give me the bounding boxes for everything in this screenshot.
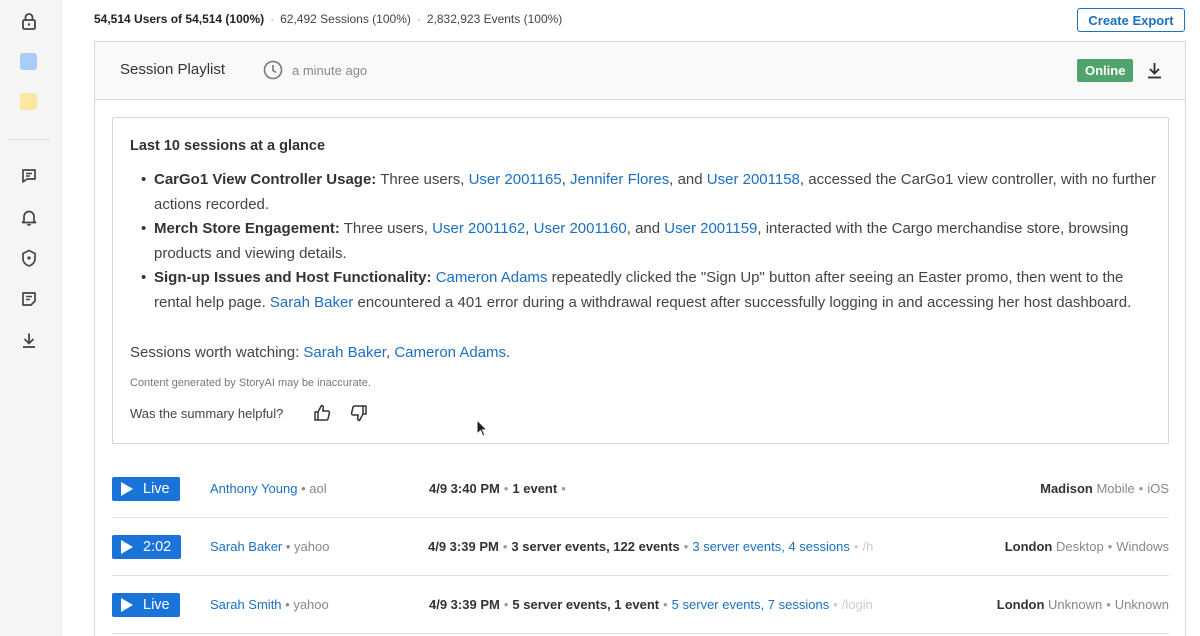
thumbs-down-icon[interactable] [350,404,368,427]
user-link[interactable]: Sarah Baker [303,344,386,361]
session-row[interactable]: Live Sarah Smith • yahoo 4/9 3:39 PM • 5 s… [112,576,1169,634]
user-link[interactable]: User 2001158 [707,171,800,188]
session-location: London Unknown • Unknown [996,597,1169,612]
user-link[interactable]: Jennifer Flores [570,171,669,188]
play-icon [121,482,133,496]
bullet-heading: Merch Store Engagement: [154,220,340,237]
ai-summary-card: Last 10 sessions at a glance CarGo1 View… [112,117,1169,444]
project-yellow-square[interactable] [20,93,37,110]
summary-bullet: Sign-up Issues and Host Functionality: C… [137,266,1157,315]
lock-icon[interactable] [20,12,38,30]
chat-icon[interactable] [20,167,38,185]
server-events-link[interactable]: 3 server events, 4 sessions [692,539,850,554]
user-link[interactable]: User 2001165 [469,171,562,188]
ai-disclaimer: Content generated by StoryAI may be inac… [130,377,371,389]
download-icon[interactable] [20,331,38,349]
session-playlist-panel: Session Playlist a minute ago Online Las… [94,41,1186,636]
play-button[interactable]: Live [112,477,180,501]
mouse-cursor [476,418,489,442]
bullet-heading: CarGo1 View Controller Usage: [154,171,377,188]
project-blue-square[interactable] [20,53,37,70]
session-location: Madison Mobile • iOS [1040,481,1169,496]
bell-icon[interactable] [20,208,38,226]
summary-bullet: Merch Store Engagement: Three users, Use… [137,217,1157,266]
notes-icon[interactable] [20,290,38,308]
play-icon [121,598,133,612]
session-location: London Desktop • Windows [1004,539,1169,554]
play-button[interactable]: 2:02 [112,535,182,559]
stats-bar: 54,514 Users of 54,514 (100%) · 62,492 Ses… [94,12,563,26]
shield-icon[interactable] [20,249,38,267]
user-link[interactable]: Sarah Baker [270,294,353,311]
summary-title: Last 10 sessions at a glance [130,138,326,154]
session-info: 4/9 3:40 PM • 1 event • [429,481,566,496]
bullet-heading: Sign-up Issues and Host Functionality: [154,269,432,286]
play-button[interactable]: Live [112,593,180,617]
user-link[interactable]: Cameron Adams [436,269,548,286]
play-icon [121,540,133,554]
panel-header: Session Playlist a minute ago Online [95,42,1185,100]
user-link[interactable]: User 2001160 [534,220,627,237]
page-path: /h [862,539,874,554]
session-row[interactable]: 2:02 Sarah Baker • yahoo 4/9 3:39 PM • 3 s… [112,518,1169,576]
server-events-link[interactable]: 5 server events, 7 sessions [672,597,830,612]
session-user[interactable]: Anthony Young • aol [210,481,327,496]
sessions-worth-watching: Sessions worth watching: Sarah Baker, Ca… [130,344,511,361]
last-updated: a minute ago [292,63,368,78]
rail-divider [8,139,50,140]
user-link[interactable]: User 2001162 [432,220,525,237]
session-row[interactable]: Live Anthony Young • aol 4/9 3:40 PM • 1 e… [112,460,1169,518]
helpful-prompt: Was the summary helpful? [130,406,284,421]
page-path: /login [841,597,873,612]
summary-bullet: CarGo1 View Controller Usage: Three user… [137,168,1157,217]
panel-title: Session Playlist [120,61,226,78]
session-info: 4/9 3:39 PM • 3 server events, 122 events •… [428,539,874,554]
status-badge: Online [1077,59,1134,82]
thumbs-up-icon[interactable] [313,404,331,427]
download-icon[interactable] [1147,62,1162,84]
clock-icon [263,60,283,85]
summary-bullets: CarGo1 View Controller Usage: Three user… [137,168,1157,315]
session-user[interactable]: Sarah Smith • yahoo [210,597,329,612]
user-link[interactable]: Cameron Adams [394,344,506,361]
left-nav-rail [0,0,62,636]
sessions-count: 62,492 Sessions (100%) [280,12,411,26]
session-info: 4/9 3:39 PM • 5 server events, 1 event • 5 s… [429,597,873,612]
events-count: 2,832,923 Events (100%) [426,12,563,26]
user-link[interactable]: User 2001159 [664,220,757,237]
session-user[interactable]: Sarah Baker • yahoo [210,539,329,554]
create-export-button[interactable]: Create Export [1077,8,1185,32]
users-count: 54,514 Users of 54,514 (100%) [94,12,265,26]
